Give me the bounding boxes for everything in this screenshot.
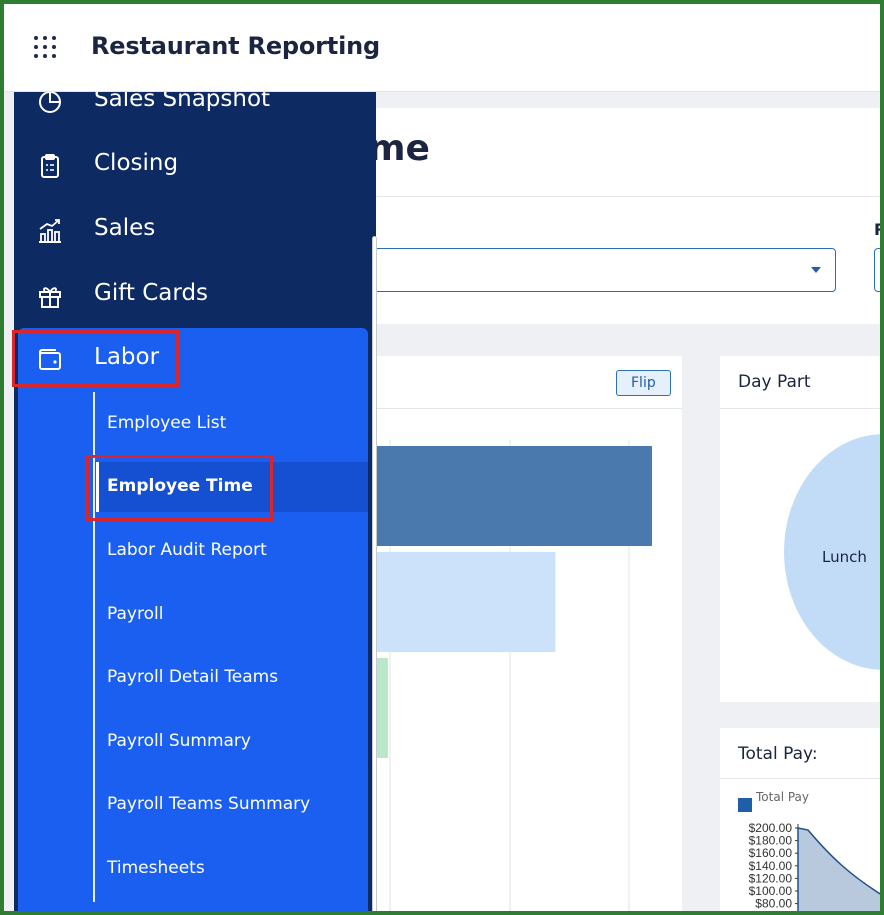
legend-label: Total Pay [756, 790, 809, 804]
divider [720, 778, 880, 779]
bar-chart-trend-icon [39, 219, 61, 243]
sidebar-subitem-payroll-summary[interactable]: Payroll Summary [96, 717, 368, 767]
sidebar-subitem-timesheets[interactable]: Timesheets [96, 844, 368, 894]
sidebar-item-label: Labor [94, 344, 160, 370]
legend-swatch [738, 798, 752, 812]
sidebar-item-sales[interactable]: Sales [14, 199, 376, 263]
day-part-title: Day Part [738, 372, 811, 392]
divider [720, 408, 880, 409]
sidebar-scrollbar[interactable] [370, 236, 378, 911]
sidebar-subitem-payroll-teams-summary[interactable]: Payroll Teams Summary [96, 780, 368, 830]
total-pay-area-chart: $200.00$180.00$160.00$140.00$120.00$100.… [749, 821, 880, 911]
sidebar-subitem-label: Payroll [107, 604, 164, 624]
sidebar-subitem-labor-audit-report[interactable]: Labor Audit Report [96, 526, 368, 576]
sidebar-item-label: Sales Snapshot [94, 92, 271, 112]
app-title: Restaurant Reporting [91, 32, 380, 60]
active-indicator [96, 462, 99, 512]
sidebar-subitem-label: Labor Audit Report [107, 540, 267, 560]
sidebar-subitem-label: Payroll Summary [107, 731, 251, 751]
bar-0 [376, 446, 652, 546]
top-header: Restaurant Reporting [4, 4, 880, 92]
sidebar-subitem-payroll[interactable]: Payroll [96, 590, 368, 640]
apps-grid-icon[interactable] [34, 36, 58, 60]
employee-time-chart-card: Flip [376, 356, 682, 911]
sidebar: Sales Snapshot Closing Sales Gift Cards … [14, 92, 376, 911]
sidebar-item-labor[interactable]: Labor [14, 328, 376, 392]
range-select[interactable] [874, 248, 880, 292]
total-pay-card: Total Pay: Total Pay $200.00 $180.00 $160.… [720, 728, 880, 911]
y-tick-label: $80.00 [755, 897, 792, 911]
labor-section: Labor Employee List Employee Time Labor … [18, 328, 368, 911]
filter-label: R [874, 220, 880, 239]
main-content: me R Flip Day Part Lunch Total Pay: Tota… [366, 92, 880, 911]
area-series-total-pay [797, 827, 880, 911]
sidebar-subitem-employee-time[interactable]: Employee Time [96, 462, 368, 512]
location-select[interactable] [366, 248, 836, 292]
page-title: me [368, 128, 430, 169]
gift-icon [39, 287, 61, 308]
clipboard-icon [41, 154, 59, 178]
day-part-card: Day Part Lunch [720, 356, 880, 702]
divider [376, 408, 682, 409]
sidebar-item-closing[interactable]: Closing [14, 134, 376, 198]
bar-1 [376, 552, 556, 652]
scrollbar-thumb[interactable] [372, 236, 377, 911]
app-frame: Restaurant Reporting me R Flip Day Part … [0, 0, 884, 915]
sidebar-subitem-label: Timesheets [107, 858, 205, 878]
sidebar-subitem-payroll-detail-teams[interactable]: Payroll Detail Teams [96, 653, 368, 703]
sidebar-item-label: Sales [94, 215, 156, 241]
sidebar-subitem-employee-list[interactable]: Employee List [96, 399, 368, 449]
sidebar-subitem-label: Employee List [107, 413, 227, 433]
sidebar-item-label: Gift Cards [94, 280, 209, 306]
pie-chart-icon [39, 92, 61, 113]
sidebar-subitem-label: Employee Time [107, 476, 253, 496]
flip-button[interactable]: Flip [616, 370, 671, 396]
sidebar-subitem-label: Payroll Detail Teams [107, 667, 279, 687]
divider [376, 196, 880, 197]
total-pay-title: Total Pay: [738, 744, 818, 764]
wallet-icon [39, 349, 61, 370]
sidebar-subitem-label: Payroll Teams Summary [107, 794, 311, 814]
sidebar-item-label: Closing [94, 150, 179, 176]
employee-time-bar-chart [376, 440, 652, 911]
submenu-guide-line [93, 392, 95, 902]
sidebar-item-sales-snapshot[interactable]: Sales Snapshot [14, 92, 376, 134]
title-card: me R [366, 108, 880, 324]
pie-label-lunch: Lunch [822, 548, 867, 566]
chevron-down-icon [811, 267, 821, 273]
sidebar-item-gift-cards[interactable]: Gift Cards [14, 264, 376, 328]
